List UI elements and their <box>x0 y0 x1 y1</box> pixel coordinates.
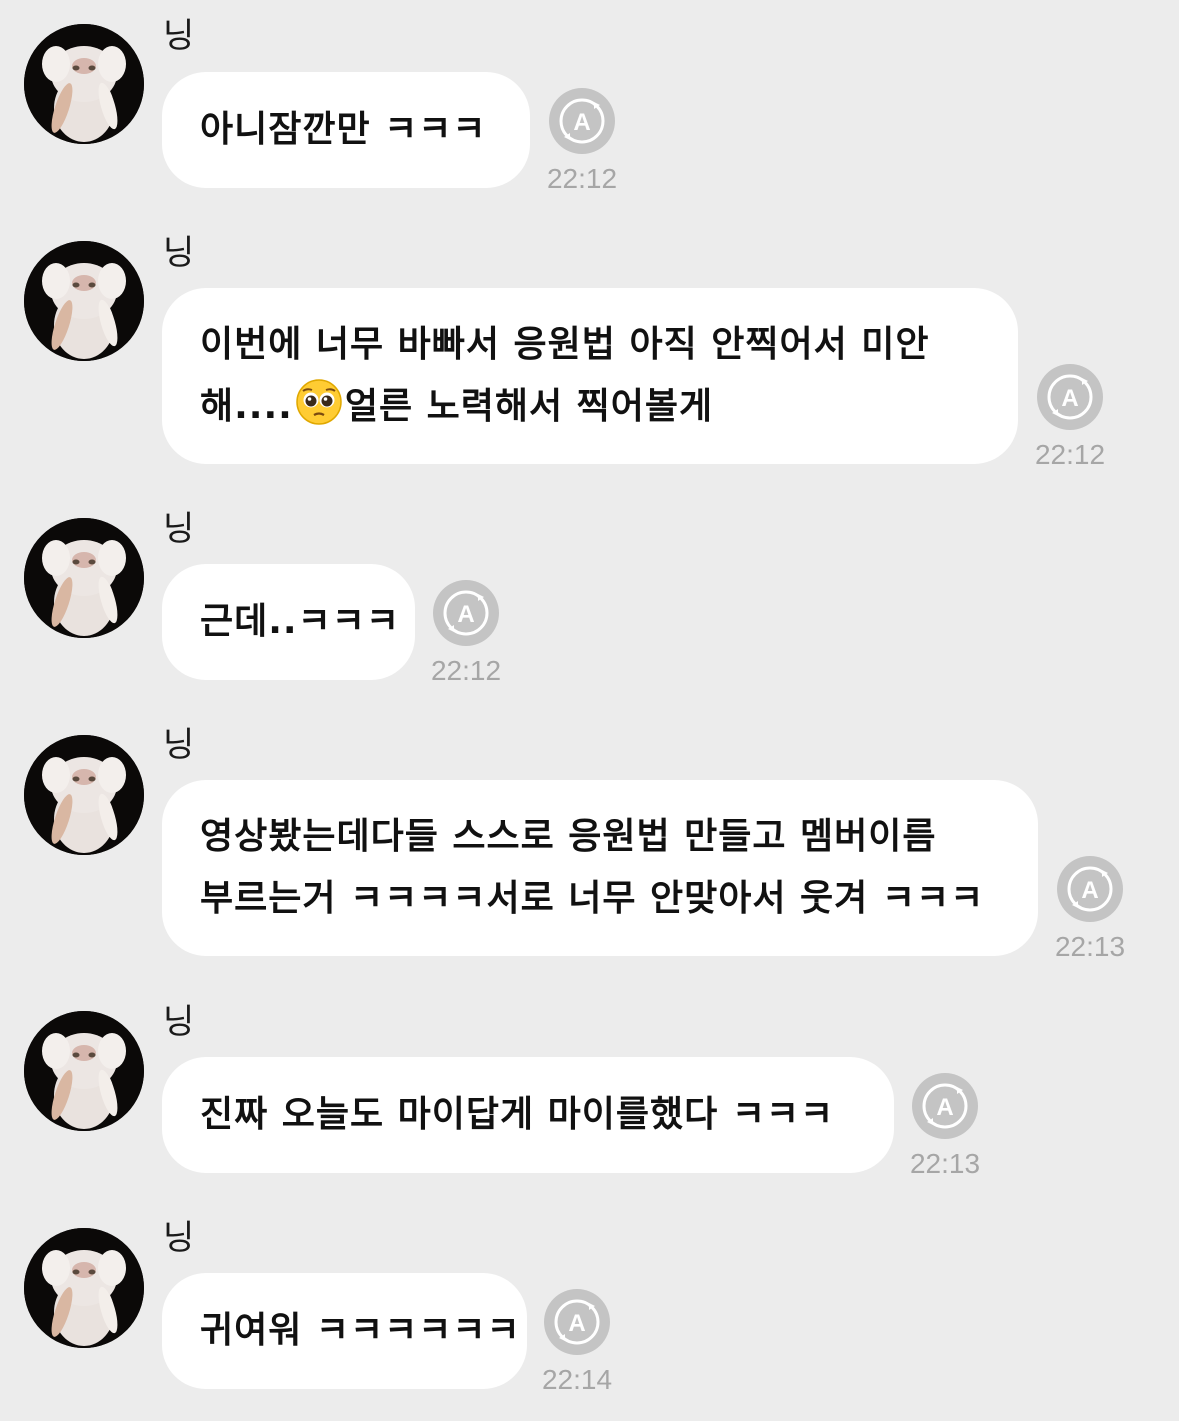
cat-avatar-icon <box>24 24 144 144</box>
auto-translate-icon[interactable]: A <box>544 1289 610 1355</box>
message-text: 얼른 노력해서 찍어볼게 <box>344 386 714 427</box>
cat-avatar-icon <box>24 518 144 638</box>
sender-name: 닝 <box>163 1002 195 1042</box>
svg-text:A: A <box>573 109 590 136</box>
pleading-face-emoji-icon <box>296 379 342 425</box>
avatar[interactable] <box>24 1011 144 1131</box>
message-bubble[interactable]: 근데..ㅋㅋㅋ <box>162 564 415 680</box>
svg-text:A: A <box>936 1094 953 1121</box>
message-meta: A 22:12 <box>1025 364 1115 472</box>
auto-translate-icon[interactable]: A <box>1057 856 1123 922</box>
message-text: 근데..ㅋㅋㅋ <box>200 601 400 642</box>
avatar[interactable] <box>24 735 144 855</box>
message-text: 귀여워 ㅋㅋㅋㅋㅋㅋ <box>200 1310 521 1351</box>
svg-text:A: A <box>457 601 474 628</box>
sender-name: 닝 <box>163 725 195 765</box>
timestamp: 22:12 <box>1034 439 1106 470</box>
avatar[interactable] <box>24 1228 144 1348</box>
message-meta: A 22:12 <box>537 88 627 196</box>
auto-translate-icon[interactable]: A <box>912 1073 978 1139</box>
message-bubble[interactable]: 진짜 오늘도 마이답게 마이를했다 ㅋㅋㅋ <box>162 1057 894 1173</box>
message-text: 진짜 오늘도 마이답게 마이를했다 ㅋㅋㅋ <box>200 1094 835 1135</box>
sender-name: 닝 <box>163 16 195 56</box>
sender-name: 닝 <box>163 1218 195 1258</box>
message-meta: A 22:13 <box>900 1073 990 1181</box>
message-meta: A 22:14 <box>532 1289 622 1397</box>
svg-text:A: A <box>1061 385 1078 412</box>
timestamp: 22:12 <box>546 163 618 194</box>
message-meta: A 22:12 <box>421 580 511 688</box>
sender-name: 닝 <box>163 233 195 273</box>
timestamp: 22:13 <box>1054 931 1126 962</box>
cat-avatar-icon <box>24 735 144 855</box>
avatar[interactable] <box>24 241 144 361</box>
message-text: 영상봤는데다들 스스로 응원법 만들고 멤버이름 <box>200 816 937 857</box>
svg-text:A: A <box>568 1310 585 1337</box>
auto-translate-icon[interactable]: A <box>549 88 615 154</box>
message-text: 해.... <box>200 386 293 427</box>
timestamp: 22:14 <box>541 1364 613 1395</box>
message-bubble[interactable]: 귀여워 ㅋㅋㅋㅋㅋㅋ <box>162 1273 527 1389</box>
message-meta: A 22:13 <box>1045 856 1135 964</box>
message-text: 부르는거 ㅋㅋㅋㅋ서로 너무 안맞아서 웃겨 ㅋㅋㅋ <box>200 878 985 919</box>
message-text: 아니잠깐만 ㅋㅋㅋ <box>200 109 487 150</box>
message-bubble[interactable]: 이번에 너무 바빠서 응원법 아직 안찍어서 미안 해.... 얼른 노력해서 … <box>162 288 1018 464</box>
timestamp: 22:13 <box>909 1148 981 1179</box>
avatar[interactable] <box>24 24 144 144</box>
svg-text:A: A <box>1081 877 1098 904</box>
timestamp: 22:12 <box>430 655 502 686</box>
message-text: 이번에 너무 바빠서 응원법 아직 안찍어서 미안 <box>200 324 930 365</box>
avatar[interactable] <box>24 518 144 638</box>
cat-avatar-icon <box>24 241 144 361</box>
sender-name: 닝 <box>163 509 195 549</box>
cat-avatar-icon <box>24 1011 144 1131</box>
auto-translate-icon[interactable]: A <box>1037 364 1103 430</box>
auto-translate-icon[interactable]: A <box>433 580 499 646</box>
message-bubble[interactable]: 아니잠깐만 ㅋㅋㅋ <box>162 72 530 188</box>
cat-avatar-icon <box>24 1228 144 1348</box>
message-text-line: 해.... 얼른 노력해서 찍어볼게 <box>200 376 980 438</box>
message-bubble[interactable]: 영상봤는데다들 스스로 응원법 만들고 멤버이름 부르는거 ㅋㅋㅋㅋ서로 너무 … <box>162 780 1038 956</box>
